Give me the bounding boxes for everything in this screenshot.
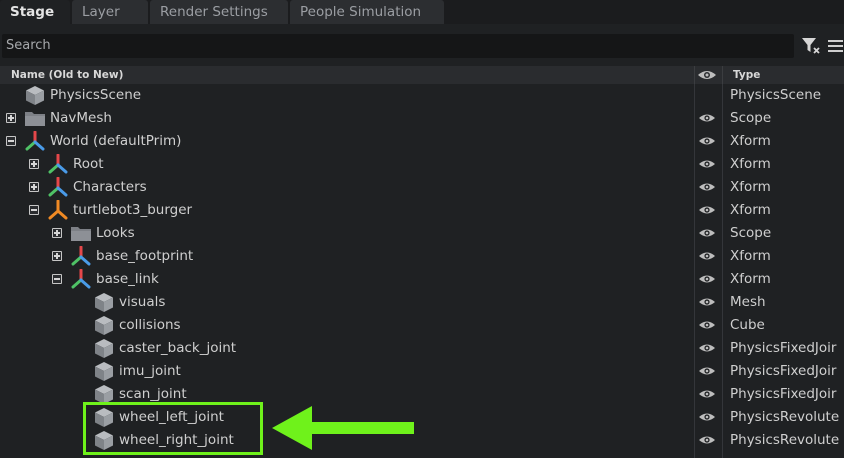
tab-layer[interactable]: Layer [72,0,148,24]
eye-icon[interactable] [698,273,716,285]
cube-icon [93,315,115,336]
tree-row-type: Xform [730,179,771,195]
tree-row-label: visuals [119,294,166,310]
tree-row-type: PhysicsFixedJoir [730,363,837,379]
eye-icon[interactable] [698,112,716,124]
tree-row[interactable]: Root Xform [0,153,844,176]
eye-icon[interactable] [698,204,716,216]
folder-icon [24,108,46,129]
tree-row[interactable]: World (defaultPrim) Xform [0,130,844,153]
tree-row[interactable]: collisions Cube [0,314,844,337]
tree-row-label: Looks [96,225,135,241]
tree-row-label: collisions [119,317,181,333]
tree-row-type: Scope [730,225,772,241]
expand-icon[interactable] [29,159,39,169]
tree-row-type: Cube [730,317,765,333]
tree-row[interactable]: PhysicsScene PhysicsScene [0,84,844,107]
cube-icon [93,292,115,313]
tree-row[interactable]: Characters Xform [0,176,844,199]
search-input[interactable]: Search [2,34,794,58]
column-header: Name (Old to New) Type [0,66,844,84]
filter-icon[interactable] [801,36,821,56]
xform-icon [70,245,92,267]
tree-row-label: imu_joint [119,363,181,379]
eye-icon[interactable] [697,68,717,82]
tree-row-label: base_link [96,271,159,287]
tree-row[interactable]: visuals Mesh [0,291,844,314]
tree-row-label: Root [73,156,104,172]
menu-icon[interactable] [827,38,844,54]
eye-icon[interactable] [698,250,716,262]
xform-icon [24,130,46,152]
tree-row-type: Xform [730,202,771,218]
tree-row-type: Xform [730,133,771,149]
xform-orange-icon [47,199,69,221]
tree-row[interactable]: caster_back_joint PhysicsFixedJoir [0,337,844,360]
eye-icon[interactable] [698,388,716,400]
tree-row-type: PhysicsFixedJoir [730,340,837,356]
tree-row-type: Mesh [730,294,766,310]
column-divider[interactable] [694,66,695,84]
cube-icon [24,85,46,106]
tree-row-type: Xform [730,156,771,172]
tree-row-type: PhysicsScene [730,87,822,103]
eye-icon[interactable] [698,227,716,239]
expand-icon[interactable] [29,182,39,192]
tree-row-type: PhysicsRevolute [730,409,840,425]
tree-row[interactable]: imu_joint PhysicsFixedJoir [0,360,844,383]
expand-icon[interactable] [6,113,16,123]
tab-render-settings[interactable]: Render Settings [150,0,288,24]
cube-icon [93,361,115,382]
eye-icon[interactable] [698,434,716,446]
xform-icon [47,153,69,175]
eye-icon[interactable] [698,342,716,354]
tree-row[interactable]: Looks Scope [0,222,844,245]
arrow-pointer-icon [272,406,414,450]
column-divider[interactable] [722,66,723,84]
tab-people-simulation[interactable]: People Simulation [290,0,444,24]
eye-icon[interactable] [698,135,716,147]
search-row: Search [0,24,844,64]
tab-bar: Stage Layer Render Settings People Simul… [0,0,844,24]
tree-row[interactable]: turtlebot3_burger Xform [0,199,844,222]
eye-icon[interactable] [698,181,716,193]
eye-icon[interactable] [698,411,716,423]
tree-row-type: Xform [730,271,771,287]
tree-row[interactable]: base_footprint Xform [0,245,844,268]
expand-icon[interactable] [52,228,62,238]
eye-icon[interactable] [698,158,716,170]
tree-row[interactable]: base_link Xform [0,268,844,291]
xform-icon [47,176,69,198]
tree-row-label: PhysicsScene [50,87,142,103]
tree-row-label: Characters [73,179,147,195]
tree-row-label: NavMesh [50,110,112,126]
collapse-icon[interactable] [29,205,39,215]
tree-row-label: caster_back_joint [119,340,237,356]
folder-icon [70,223,92,244]
highlight-box [83,402,263,455]
eye-icon[interactable] [698,296,716,308]
tree-row-label: base_footprint [96,248,194,264]
xform-icon [70,268,92,290]
tree-row-label: turtlebot3_burger [73,202,193,218]
tree-row-type: PhysicsFixedJoir [730,386,837,402]
column-type-header[interactable]: Type [733,66,760,84]
eye-icon[interactable] [698,365,716,377]
tree-row[interactable]: NavMesh Scope [0,107,844,130]
cube-icon [93,338,115,359]
tree-row-label: World (defaultPrim) [50,133,182,149]
column-name-header[interactable]: Name (Old to New) [11,66,123,84]
tree-row-type: Xform [730,248,771,264]
tree-row-type: Scope [730,110,772,126]
collapse-icon[interactable] [6,136,16,146]
collapse-icon[interactable] [52,274,62,284]
tab-stage[interactable]: Stage [0,0,70,24]
tree-row-type: PhysicsRevolute [730,432,840,448]
eye-icon[interactable] [698,319,716,331]
expand-icon[interactable] [52,251,62,261]
